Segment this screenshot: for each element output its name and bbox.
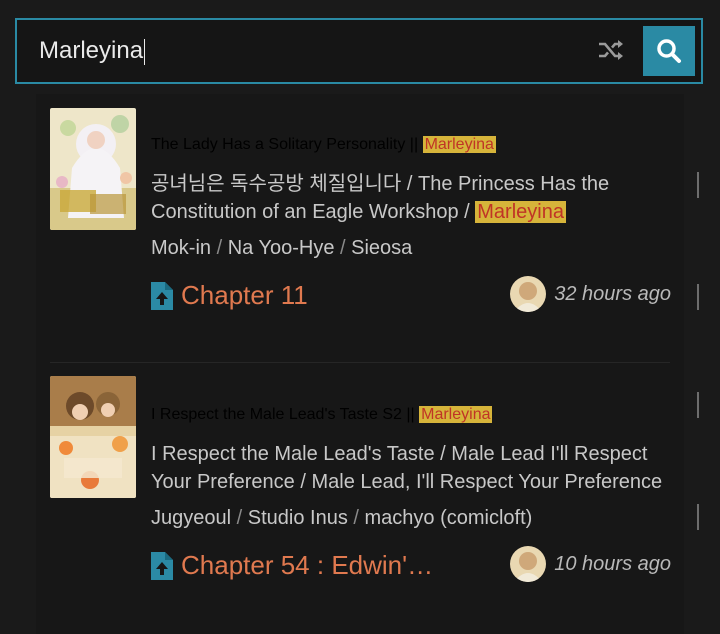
file-upload-icon xyxy=(151,281,173,310)
author-link[interactable]: Jugyeoul xyxy=(151,507,231,529)
update-time: 32 hours ago xyxy=(510,276,671,312)
uploader-avatar[interactable] xyxy=(510,546,547,582)
search-result-item[interactable]: I Respect the Male Lead's Taste S2 || Ma… xyxy=(50,364,671,632)
file-upload-icon xyxy=(151,551,173,580)
author-link[interactable]: Mok-in xyxy=(151,237,211,259)
search-input-value: Marleyina xyxy=(39,37,144,64)
author-link[interactable]: Studio Inus xyxy=(248,507,348,529)
latest-chapter-link[interactable]: Chapter 54 : Edwin's Ending xyxy=(151,550,439,581)
author-list: Jugyeoul / Studio Inus / machyo (comiclo… xyxy=(151,507,533,529)
author-link[interactable]: Na Yoo-Hye xyxy=(228,237,335,259)
result-title[interactable] xyxy=(151,364,671,406)
cover-thumbnail[interactable] xyxy=(50,108,136,230)
indonesia-flag-icon xyxy=(151,373,185,397)
text-caret xyxy=(144,38,146,65)
search-result-item[interactable]: The Lady Has a Solitary Personality || M… xyxy=(50,94,671,362)
search-button[interactable] xyxy=(643,26,695,76)
background-edge xyxy=(697,504,699,530)
author-link[interactable]: Sieosa xyxy=(351,237,412,259)
author-list: Mok-in / Na Yoo-Hye / Sieosa xyxy=(151,237,413,259)
highlighted-match: Marleyina xyxy=(422,136,496,153)
search-input[interactable]: Marleyina xyxy=(39,36,146,66)
alternative-titles: 공녀님은 독수공방 체질입니다 / The Princess Has the C… xyxy=(151,173,610,223)
shuffle-button[interactable] xyxy=(595,34,627,66)
highlighted-match: Marleyina xyxy=(419,406,493,423)
latest-chapter-link[interactable]: Chapter 11 xyxy=(151,280,308,311)
update-time: 10 hours ago xyxy=(510,546,671,582)
search-bar: Marleyina xyxy=(15,18,703,84)
result-divider xyxy=(50,362,670,363)
highlighted-match: Marleyina xyxy=(475,201,566,223)
alternative-titles: I Respect the Male Lead's Taste / Male L… xyxy=(151,443,663,493)
search-results-dropdown: The Lady Has a Solitary Personality || M… xyxy=(36,94,684,634)
indonesia-flag-icon xyxy=(151,103,185,127)
result-title[interactable] xyxy=(151,94,671,136)
background-edge xyxy=(697,284,699,310)
shuffle-icon xyxy=(599,40,623,60)
author-link[interactable]: machyo (comicloft) xyxy=(365,507,533,529)
background-edge xyxy=(697,392,699,418)
cover-thumbnail[interactable] xyxy=(50,376,136,498)
background-edge xyxy=(697,172,699,198)
uploader-avatar[interactable] xyxy=(510,276,547,312)
search-icon xyxy=(657,39,681,63)
